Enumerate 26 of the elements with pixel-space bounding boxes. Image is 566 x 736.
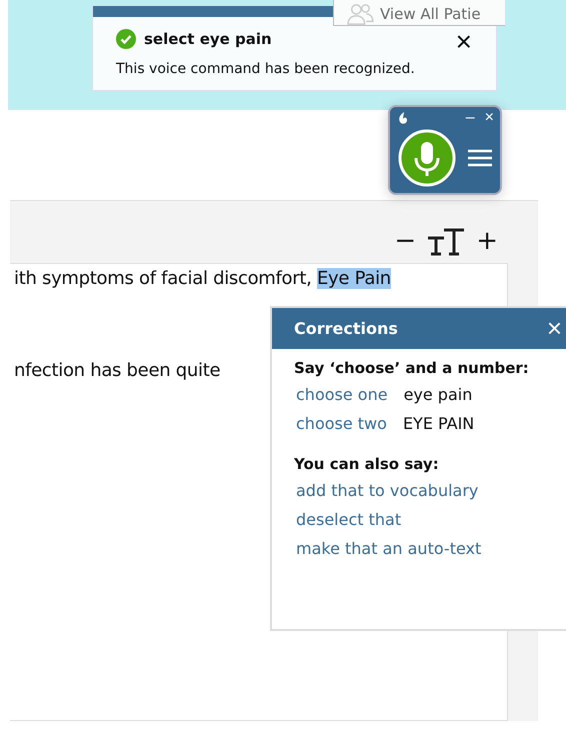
choice-link[interactable]: choose two <box>296 414 387 433</box>
microphone-button[interactable] <box>398 129 456 187</box>
text-line: nfection has been quite <box>14 360 220 381</box>
menu-icon[interactable] <box>468 149 492 167</box>
increase-font-button[interactable]: + <box>476 228 498 254</box>
notification-title: select eye pain <box>144 30 272 48</box>
close-button[interactable]: × <box>546 313 562 344</box>
close-button[interactable]: × <box>456 31 472 53</box>
command-link[interactable]: add that to vocabulary <box>296 481 478 500</box>
choice-text: EYE PAIN <box>402 414 474 433</box>
decrease-font-button[interactable]: − <box>394 228 416 254</box>
font-size-icon <box>426 226 466 256</box>
people-icon <box>346 2 374 24</box>
command-link[interactable]: deselect that <box>296 510 402 529</box>
command-link[interactable]: make that an auto-text <box>296 539 482 558</box>
checkmark-icon <box>116 29 136 49</box>
panel-title: Corrections <box>294 319 398 338</box>
section-heading: You can also say: <box>294 455 439 473</box>
choice-link[interactable]: choose one <box>296 385 388 404</box>
view-all-patients-button[interactable]: View All Patie <box>333 0 505 26</box>
choice-text: eye pain <box>404 385 472 404</box>
notification-message: This voice command has been recognized. <box>116 61 416 77</box>
minimize-button[interactable]: – <box>466 110 475 126</box>
flame-icon <box>398 112 408 124</box>
close-button[interactable]: × <box>484 110 494 126</box>
text-line: ith symptoms of facial discomfort, Eye Pain <box>14 268 391 289</box>
